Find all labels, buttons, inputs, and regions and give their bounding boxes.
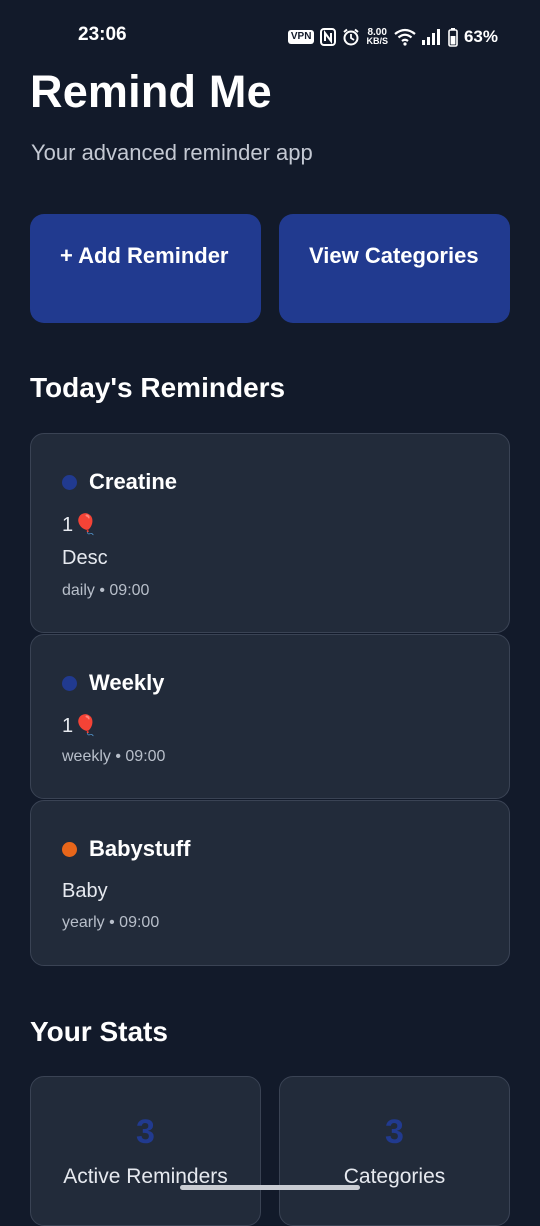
reminder-header: Babystuff: [62, 836, 190, 862]
battery-level: 63%: [463, 27, 498, 46]
reminder-title: Creatine: [89, 469, 178, 494]
status-time: 23:06: [78, 24, 127, 45]
reminder-description: Baby: [62, 880, 108, 902]
stat-card-active-reminders: 3 Active Reminders: [30, 1076, 261, 1226]
reminder-card-creatine[interactable]: Creatine 1🎈 Desc daily • 09:00: [30, 433, 510, 633]
reminder-description: Desc: [62, 547, 108, 569]
reminder-schedule: yearly • 09:00: [62, 914, 160, 931]
stats-heading: Your Stats: [30, 1016, 168, 1047]
stat-value: 3: [136, 1113, 155, 1151]
reminder-header: Creatine: [62, 469, 177, 495]
view-categories-button[interactable]: View Categories: [279, 214, 510, 323]
reminder-count: 1🎈: [62, 514, 99, 536]
reminder-schedule: daily • 09:00: [62, 582, 150, 599]
signal-icon: [421, 29, 440, 45]
battery-icon: [448, 27, 458, 47]
nfc-icon: [320, 28, 337, 46]
status-bar: 23:06 VPN 8.00 KB/S 63%: [0, 0, 540, 72]
reminder-schedule: weekly • 09:00: [62, 748, 166, 765]
wifi-icon: [394, 28, 416, 46]
speed-unit: KB/S: [366, 36, 388, 46]
todays-reminders-heading: Today's Reminders: [30, 372, 286, 403]
app-title: Remind Me: [30, 66, 272, 117]
app-subtitle: Your advanced reminder app: [31, 140, 313, 165]
reminder-count: 1🎈: [62, 715, 99, 737]
status-icons: VPN 8.00 KB/S 63%: [287, 26, 498, 48]
stat-card-categories: 3 Categories: [279, 1076, 510, 1226]
reminder-card-babystuff[interactable]: Babystuff Baby yearly • 09:00: [30, 800, 510, 966]
reminder-card-weekly[interactable]: Weekly 1🎈 weekly • 09:00: [30, 634, 510, 799]
stat-value: 3: [385, 1113, 404, 1151]
category-color-dot: [62, 841, 77, 857]
home-indicator[interactable]: [180, 1185, 360, 1190]
network-speed: 8.00 KB/S: [366, 28, 388, 46]
alarm-icon: [343, 28, 360, 46]
add-reminder-button[interactable]: + Add Reminder: [30, 214, 261, 323]
category-color-dot: [62, 675, 77, 691]
category-color-dot: [62, 474, 77, 490]
vpn-icon: VPN: [287, 30, 315, 44]
reminder-header: Weekly: [62, 670, 164, 696]
reminder-title: Babystuff: [89, 836, 191, 861]
reminder-title: Weekly: [89, 670, 165, 695]
